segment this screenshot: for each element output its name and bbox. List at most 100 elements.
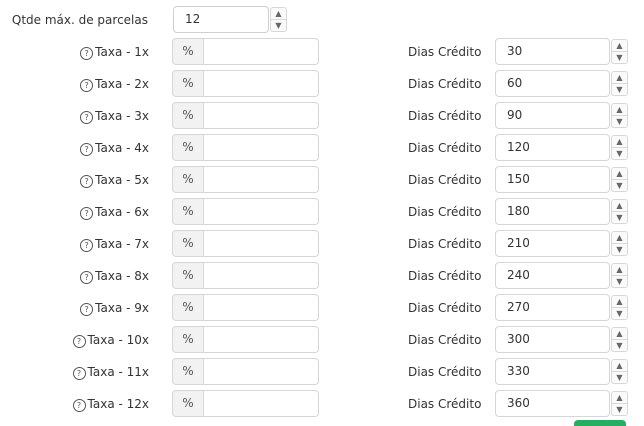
increment-icon[interactable]: ▲ [611, 199, 628, 212]
credit-days-label: Dias Crédito [408, 109, 482, 123]
increment-icon[interactable]: ▲ [611, 391, 628, 404]
rate-input[interactable] [203, 326, 319, 353]
credit-days-input[interactable]: 60 [495, 70, 610, 97]
rate-input[interactable] [203, 294, 319, 321]
credit-days-spinner[interactable]: ▲ ▼ [611, 103, 628, 128]
decrement-icon[interactable]: ▼ [611, 308, 628, 320]
max-installments-spinner[interactable]: ▲ ▼ [270, 7, 287, 32]
help-icon[interactable]: ? [80, 175, 94, 188]
help-icon[interactable]: ? [72, 367, 86, 380]
increment-icon[interactable]: ▲ [611, 39, 628, 52]
rate-input[interactable] [203, 38, 319, 65]
credit-days-spinner[interactable]: ▲ ▼ [611, 231, 628, 256]
credit-days-spinner[interactable]: ▲ ▼ [611, 71, 628, 96]
decrement-icon[interactable]: ▼ [611, 148, 628, 160]
credit-days-label: Dias Crédito [408, 141, 482, 155]
rate-input[interactable] [203, 262, 319, 289]
percent-addon: % [172, 390, 203, 417]
decrement-icon[interactable]: ▼ [611, 212, 628, 224]
save-button[interactable] [574, 420, 626, 426]
credit-days-input[interactable]: 30 [495, 38, 610, 65]
increment-icon[interactable]: ▲ [611, 231, 628, 244]
credit-days-input[interactable]: 300 [495, 326, 610, 353]
percent-addon: % [172, 262, 203, 289]
help-icon[interactable]: ? [80, 47, 94, 60]
percent-addon: % [172, 38, 203, 65]
credit-days-spinner[interactable]: ▲ ▼ [611, 39, 628, 64]
credit-days-input[interactable]: 120 [495, 134, 610, 161]
credit-days-label: Dias Crédito [408, 269, 482, 283]
credit-days-input[interactable]: 270 [495, 294, 610, 321]
decrement-icon[interactable]: ▼ [611, 276, 628, 288]
help-icon[interactable]: ? [80, 207, 94, 220]
increment-icon[interactable]: ▲ [270, 7, 287, 20]
credit-days-spinner[interactable]: ▲ ▼ [611, 359, 628, 384]
credit-days-input[interactable]: 360 [495, 390, 610, 417]
increment-icon[interactable]: ▲ [611, 167, 628, 180]
help-icon[interactable]: ? [80, 79, 94, 92]
decrement-icon[interactable]: ▼ [611, 404, 628, 416]
rate-label: ? Taxa - 10x [0, 333, 149, 348]
installment-row: ? Taxa - 7x% Dias Crédito 210 ▲ ▼ [0, 230, 644, 258]
rate-label-text: Taxa - 8x [95, 269, 149, 283]
help-icon[interactable]: ? [72, 399, 86, 412]
decrement-icon[interactable]: ▼ [611, 116, 628, 128]
rate-label-text: Taxa - 4x [95, 141, 149, 155]
credit-days-input[interactable]: 180 [495, 198, 610, 225]
credit-days-spinner[interactable]: ▲ ▼ [611, 263, 628, 288]
rate-input[interactable] [203, 166, 319, 193]
credit-days-input[interactable]: 240 [495, 262, 610, 289]
help-icon[interactable]: ? [80, 303, 94, 316]
rate-label: ? Taxa - 7x [0, 237, 149, 252]
rate-label-text: Taxa - 5x [95, 173, 149, 187]
credit-days-input[interactable]: 210 [495, 230, 610, 257]
increment-icon[interactable]: ▲ [611, 103, 628, 116]
percent-addon: % [172, 326, 203, 353]
rate-input[interactable] [203, 358, 319, 385]
installment-row: ? Taxa - 10x% Dias Crédito 300 ▲ ▼ [0, 326, 644, 354]
percent-addon: % [172, 70, 203, 97]
increment-icon[interactable]: ▲ [611, 263, 628, 276]
increment-icon[interactable]: ▲ [611, 327, 628, 340]
help-icon[interactable]: ? [80, 111, 94, 124]
help-icon[interactable]: ? [80, 271, 94, 284]
credit-days-spinner[interactable]: ▲ ▼ [611, 167, 628, 192]
rate-input[interactable] [203, 70, 319, 97]
credit-days-label: Dias Crédito [408, 237, 482, 251]
help-icon[interactable]: ? [72, 335, 86, 348]
credit-days-spinner[interactable]: ▲ ▼ [611, 327, 628, 352]
decrement-icon[interactable]: ▼ [611, 244, 628, 256]
rate-label: ? Taxa - 11x [0, 365, 149, 380]
rate-input[interactable] [203, 390, 319, 417]
credit-days-label: Dias Crédito [408, 365, 482, 379]
rate-label-text: Taxa - 11x [87, 365, 149, 379]
increment-icon[interactable]: ▲ [611, 295, 628, 308]
installment-row: ? Taxa - 4x% Dias Crédito 120 ▲ ▼ [0, 134, 644, 162]
rate-input[interactable] [203, 102, 319, 129]
credit-days-input[interactable]: 90 [495, 102, 610, 129]
help-icon[interactable]: ? [80, 143, 94, 156]
credit-days-spinner[interactable]: ▲ ▼ [611, 199, 628, 224]
rate-input[interactable] [203, 134, 319, 161]
rate-input[interactable] [203, 198, 319, 225]
increment-icon[interactable]: ▲ [611, 135, 628, 148]
credit-days-spinner[interactable]: ▲ ▼ [611, 295, 628, 320]
max-installments-input[interactable]: 12 [173, 6, 269, 33]
installment-row: ? Taxa - 12x% Dias Crédito 360 ▲ ▼ [0, 390, 644, 418]
rate-input[interactable] [203, 230, 319, 257]
decrement-icon[interactable]: ▼ [611, 372, 628, 384]
credit-days-spinner[interactable]: ▲ ▼ [611, 135, 628, 160]
credit-days-input[interactable]: 150 [495, 166, 610, 193]
decrement-icon[interactable]: ▼ [611, 340, 628, 352]
decrement-icon[interactable]: ▼ [611, 84, 628, 96]
increment-icon[interactable]: ▲ [611, 359, 628, 372]
help-icon[interactable]: ? [80, 239, 94, 252]
credit-days-label: Dias Crédito [408, 45, 482, 59]
installment-row: ? Taxa - 6x% Dias Crédito 180 ▲ ▼ [0, 198, 644, 226]
decrement-icon[interactable]: ▼ [270, 20, 287, 32]
decrement-icon[interactable]: ▼ [611, 52, 628, 64]
credit-days-input[interactable]: 330 [495, 358, 610, 385]
increment-icon[interactable]: ▲ [611, 71, 628, 84]
decrement-icon[interactable]: ▼ [611, 180, 628, 192]
credit-days-spinner[interactable]: ▲ ▼ [611, 391, 628, 416]
